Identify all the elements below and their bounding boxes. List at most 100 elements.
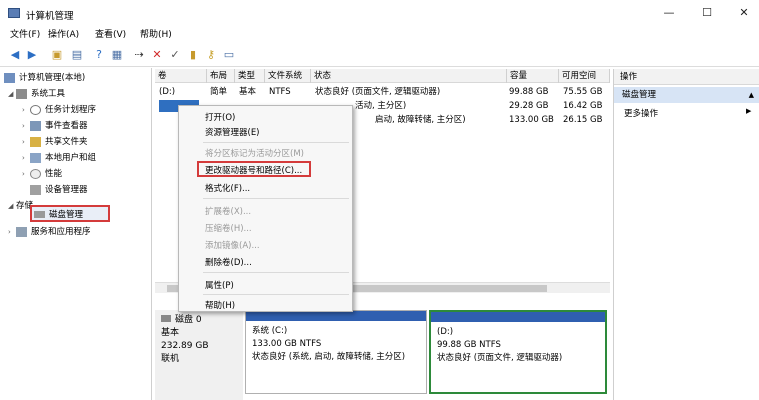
disk-0-label[interactable]: 磁盘 0 基本 232.89 GB 联机 (155, 310, 243, 400)
menu-help[interactable]: 帮助(H) (140, 27, 172, 43)
tree-item-services-applications[interactable]: › 服务和应用程序 (8, 224, 91, 240)
back-icon[interactable]: ◀ (8, 48, 22, 62)
disk-size: 232.89 GB (161, 341, 209, 351)
menu-item-mark-active: 将分区标记为活动分区(M) (205, 149, 304, 159)
menu-item-shrink-volume: 压缩卷(H)... (205, 224, 252, 234)
capacity-cell: 29.28 GB (509, 101, 549, 111)
up-folder-icon[interactable]: ▣ (50, 48, 64, 62)
device-manager-icon (30, 184, 41, 195)
tree-item-system-tools[interactable]: ◢ 系统工具 (8, 86, 65, 102)
close-button[interactable]: ✕ (730, 4, 758, 22)
menu-item-properties[interactable]: 属性(P) (205, 279, 234, 291)
tree-item-device-manager[interactable]: 设备管理器 (30, 182, 88, 198)
key-icon[interactable]: ⚷ (204, 48, 218, 62)
navigation-tree: 计算机管理(本地) ◢ 系统工具 › 任务计划程序 › 事件查看器 › 共享文件夹 › 本… (0, 68, 152, 400)
volume-list-header: 卷 布局 类型 文件系统 状态 容量 可用空间 (155, 69, 610, 83)
menu-separator (203, 142, 349, 143)
tree-item-performance[interactable]: › 性能 (22, 166, 62, 182)
window-title: 计算机管理 (26, 11, 74, 22)
partition-name: (D:) (437, 327, 454, 337)
maximize-button[interactable]: ☐ (693, 4, 721, 22)
column-type[interactable]: 类型 (235, 69, 265, 83)
free-space-cell: 26.15 GB (563, 115, 603, 125)
partition-size: 133.00 GB NTFS (252, 339, 322, 349)
performance-icon (30, 168, 41, 179)
minimize-button[interactable]: — (655, 4, 683, 22)
column-filesystem[interactable]: 文件系统 (265, 69, 311, 83)
menu-item-explore[interactable]: 资源管理器(E) (205, 126, 260, 138)
help-icon[interactable]: ? (92, 48, 106, 62)
column-status[interactable]: 状态 (311, 69, 507, 83)
title-bar: 计算机管理 — ☐ ✕ (0, 0, 759, 26)
column-capacity[interactable]: 容量 (507, 69, 559, 83)
menu-action[interactable]: 操作(A) (48, 27, 79, 43)
properties-icon[interactable]: ▦ (110, 48, 124, 62)
menu-item-open[interactable]: 打开(O) (205, 111, 235, 123)
computer-icon (4, 72, 15, 83)
actions-pane: 操作 磁盘管理 ▲ 更多操作 ▶ (613, 69, 759, 400)
shared-folder-icon (30, 136, 41, 147)
collapse-arrow-icon[interactable]: ▲ (749, 87, 754, 103)
clock-icon (30, 104, 41, 115)
more-actions-link[interactable]: 更多操作 ▶ (624, 107, 751, 119)
disk-status: 联机 (161, 354, 180, 364)
type-cell: 基本 (239, 87, 257, 97)
menu-view[interactable]: 查看(V) (95, 27, 126, 43)
partition-status: 状态良好 (系统, 启动, 故障转储, 主分区) (252, 352, 406, 362)
forward-icon[interactable]: ▶ (25, 48, 39, 62)
check-icon[interactable]: ✓ (168, 48, 182, 62)
status-cell: 启动, 故障转储, 主分区) (375, 115, 466, 125)
column-layout[interactable]: 布局 (207, 69, 235, 83)
volume-cell: (D:) (159, 87, 176, 97)
collapse-arrow-icon[interactable]: ◢ (8, 86, 16, 102)
disk-icon (34, 211, 45, 218)
menu-separator (203, 294, 349, 295)
services-icon (16, 226, 27, 237)
disk-name: 磁盘 0 (161, 314, 237, 327)
partition-c-bar (246, 311, 426, 321)
status-cell: 活动, 主分区) (355, 101, 407, 111)
view-icon[interactable]: ▭ (222, 48, 236, 62)
capacity-cell: 99.88 GB (509, 87, 549, 97)
menu-item-extend-volume: 扩展卷(X)... (205, 207, 252, 217)
tree-item-computer-management[interactable]: 计算机管理(本地) (4, 70, 85, 86)
tree-item-task-scheduler[interactable]: › 任务计划程序 (22, 102, 96, 118)
computer-management-icon (8, 8, 20, 18)
menu-item-add-mirror: 添加镜像(A)... (205, 241, 260, 251)
column-volume[interactable]: 卷 (155, 69, 207, 83)
table-row[interactable]: (D:) 简单 基本 NTFS 状态良好 (页面文件, 逻辑驱动器) 99.88… (155, 85, 610, 99)
delete-icon[interactable]: ✕ (150, 48, 164, 62)
column-free-space[interactable]: 可用空间 (559, 69, 610, 83)
menu-item-delete-volume[interactable]: 删除卷(D)... (205, 256, 252, 268)
layout-cell: 简单 (210, 87, 228, 97)
menu-item-format[interactable]: 格式化(F)... (205, 182, 250, 194)
show-tree-icon[interactable]: ▤ (70, 48, 84, 62)
expand-arrow-icon[interactable]: ▶ (746, 107, 751, 115)
event-viewer-icon (30, 120, 41, 131)
partition-c[interactable]: 系统 (C:) 133.00 GB NTFS 状态良好 (系统, 启动, 故障转… (245, 310, 427, 394)
folder-icon[interactable]: ▮ (186, 48, 200, 62)
menu-bar: 文件(F) 操作(A) 查看(V) 帮助(H) (0, 27, 759, 43)
tree-item-disk-management[interactable]: 磁盘管理 (30, 205, 110, 222)
connect-icon[interactable]: ⇢ (132, 48, 146, 62)
users-icon (30, 152, 41, 163)
status-cell: 状态良好 (页面文件, 逻辑驱动器) (315, 87, 441, 97)
menu-item-change-drive-letter[interactable]: 更改驱动器号和路径(C)... (205, 164, 302, 176)
tree-item-event-viewer[interactable]: › 事件查看器 (22, 118, 88, 134)
actions-section-disk-management[interactable]: 磁盘管理 ▲ (614, 87, 759, 103)
partition-name: 系统 (C:) (252, 326, 288, 336)
tools-icon (16, 88, 27, 99)
menu-separator (203, 198, 349, 199)
menu-item-help[interactable]: 帮助(H) (205, 299, 235, 311)
collapse-arrow-icon[interactable]: ◢ (8, 198, 16, 214)
partition-d-bar (431, 312, 605, 322)
tree-item-shared-folders[interactable]: › 共享文件夹 (22, 134, 88, 150)
context-menu: 打开(O) 资源管理器(E) 将分区标记为活动分区(M) 更改驱动器号和路径(C… (178, 105, 353, 312)
menu-separator (203, 272, 349, 273)
menu-file[interactable]: 文件(F) (10, 27, 40, 43)
free-space-cell: 16.42 GB (563, 101, 603, 111)
free-space-cell: 75.55 GB (563, 87, 603, 97)
disk-type: 基本 (161, 328, 180, 338)
tree-item-local-users-groups[interactable]: › 本地用户和组 (22, 150, 96, 166)
partition-d[interactable]: (D:) 99.88 GB NTFS 状态良好 (页面文件, 逻辑驱动器) (429, 310, 607, 394)
